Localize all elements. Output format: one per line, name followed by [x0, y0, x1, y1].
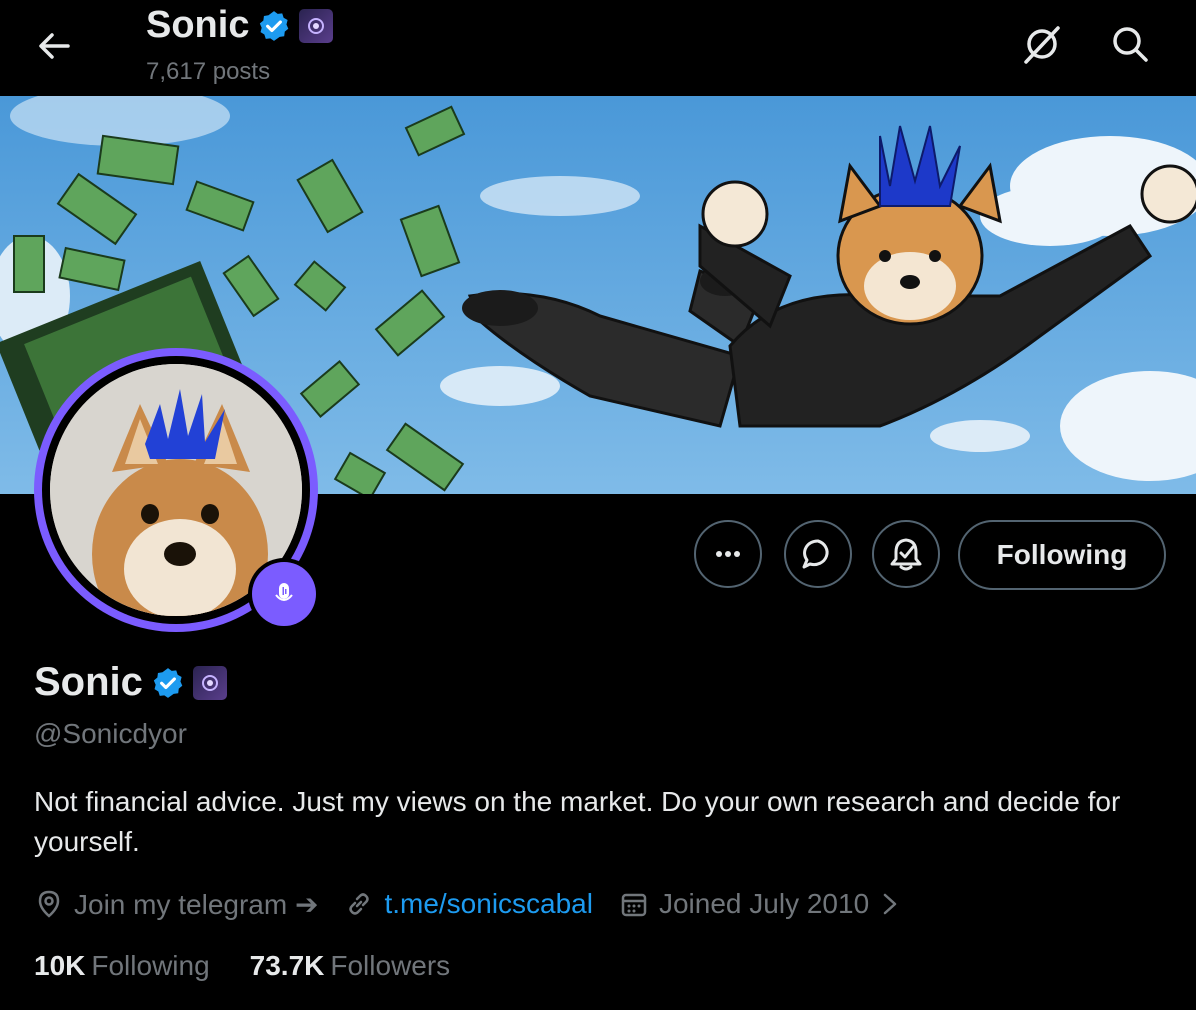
spaces-badge[interactable]	[248, 558, 320, 630]
back-button[interactable]	[30, 22, 78, 70]
profile-meta: Join my telegram ➔ t.me/sonicscabal Join…	[34, 884, 927, 924]
location-text: Join my telegram ➔	[74, 888, 319, 920]
followers-label: Followers	[330, 950, 451, 981]
profile-bio: Not financial advice. Just my views on t…	[34, 786, 1121, 857]
search-icon	[1113, 27, 1148, 62]
following-label: Following	[91, 950, 210, 981]
message-icon	[802, 539, 829, 569]
message-button[interactable]	[784, 520, 852, 588]
grok-icon	[1024, 26, 1060, 64]
back-arrow-icon	[39, 33, 70, 59]
profile-name: Sonic	[34, 660, 143, 704]
more-button[interactable]	[694, 520, 762, 588]
followers-stat[interactable]: 73.7K Followers	[250, 950, 451, 982]
notification-bell-icon	[890, 538, 922, 571]
verified-badge-icon	[260, 10, 289, 41]
chevron-right-icon	[883, 893, 897, 915]
calendar-icon	[621, 893, 647, 917]
joined-item[interactable]: Joined July 2010	[619, 888, 901, 920]
followers-count: 73.7K	[249, 950, 325, 981]
header-post-count: 7,617 posts	[146, 58, 271, 85]
affiliate-badge-icon[interactable]	[299, 8, 334, 43]
profile-handle: @Sonicdyor	[34, 718, 187, 749]
location-item: Join my telegram ➔	[34, 888, 318, 921]
following-button[interactable]: Following	[958, 520, 1166, 590]
affiliate-badge-icon[interactable]	[192, 665, 227, 700]
search-button[interactable]	[1104, 18, 1156, 70]
profile-name-row: Sonic	[34, 660, 227, 705]
following-count: 10K	[34, 950, 86, 981]
spaces-mic-icon	[275, 583, 293, 601]
link-icon	[349, 893, 370, 915]
website-item: t.me/sonicscabal	[344, 888, 593, 920]
more-icon	[716, 551, 740, 557]
top-bar: Sonic 7,617 posts	[0, 0, 1196, 96]
header-title: Sonic	[146, 4, 334, 47]
header-name: Sonic	[146, 4, 250, 46]
profile-stats: 10K Following 73.7K Followers	[34, 950, 490, 982]
notifications-button[interactable]	[872, 520, 940, 588]
following-stat[interactable]: 10K Following	[34, 950, 210, 982]
joined-text: Joined July 2010	[658, 888, 870, 919]
grok-button[interactable]	[1016, 18, 1068, 70]
website-link[interactable]: t.me/sonicscabal	[384, 888, 593, 920]
verified-badge-icon[interactable]	[151, 666, 185, 700]
location-pin-icon	[38, 890, 60, 918]
